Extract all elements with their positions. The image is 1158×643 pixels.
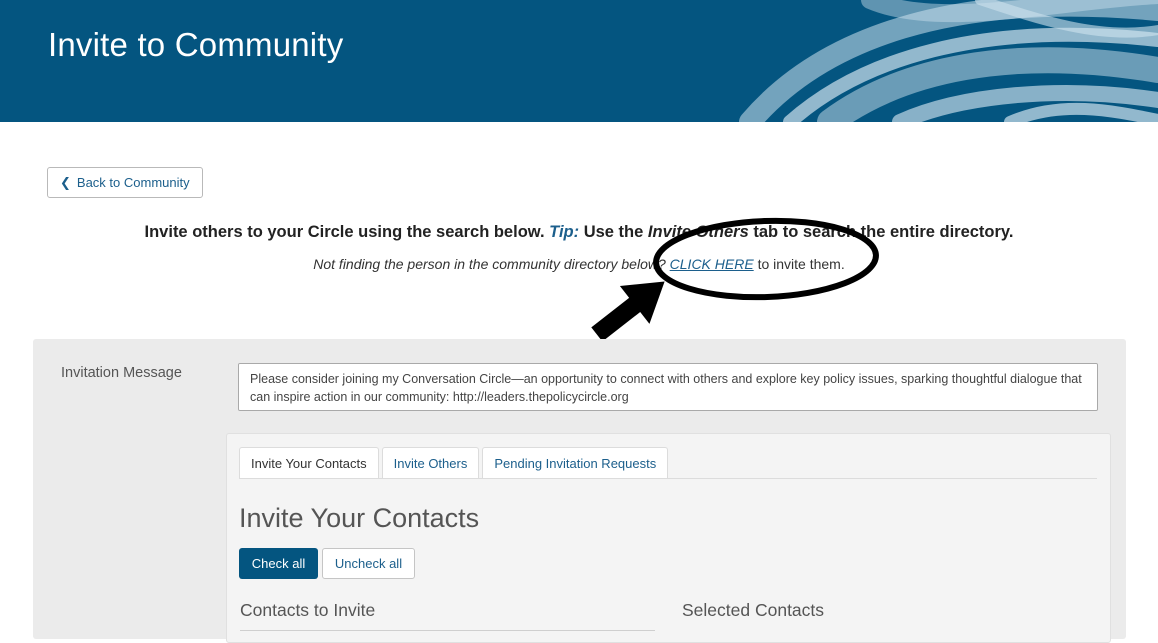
invitation-message-label: Invitation Message [61,365,182,381]
back-to-community-button[interactable]: ❮ Back to Community [47,167,203,198]
not-finding-question: Not finding the person in the community … [313,256,670,272]
tip-lead: Invite others to your Circle using the s… [144,223,545,241]
tip-text: Invite others to your Circle using the s… [0,223,1158,242]
back-button-label: Back to Community [76,175,190,190]
page-title: Invite to Community [48,26,344,63]
tab-invite-your-contacts[interactable]: Invite Your Contacts [239,447,379,479]
click-here-link[interactable]: CLICK HERE [670,256,754,272]
invitation-message-field[interactable]: Please consider joining my Conversation … [238,363,1098,411]
tabs-divider [239,478,1097,479]
contacts-divider [240,630,655,631]
uncheck-all-button[interactable]: Uncheck all [322,548,415,579]
selected-contacts-heading: Selected Contacts [682,600,825,620]
not-finding-rest: to invite them. [753,256,845,272]
not-finding-text: Not finding the person in the community … [0,256,1158,272]
tip-use: Use the [579,223,648,241]
tab-pending-invitation-requests[interactable]: Pending Invitation Requests [482,447,669,479]
invite-tabs: Invite Your Contacts Invite Others Pendi… [239,447,669,479]
tip-tab-name: Invite Others [647,223,749,241]
page-banner: Invite to Community [0,0,1158,122]
section-title: Invite Your Contacts [239,503,480,533]
tab-invite-others[interactable]: Invite Others [381,447,480,479]
chevron-left-icon: ❮ [60,174,71,190]
check-all-button[interactable]: Check all [239,548,318,579]
tip-label: Tip: [549,223,580,241]
tip-rest: tab to search the entire directory. [748,223,1014,241]
contacts-to-invite-heading: Contacts to Invite [240,600,376,620]
